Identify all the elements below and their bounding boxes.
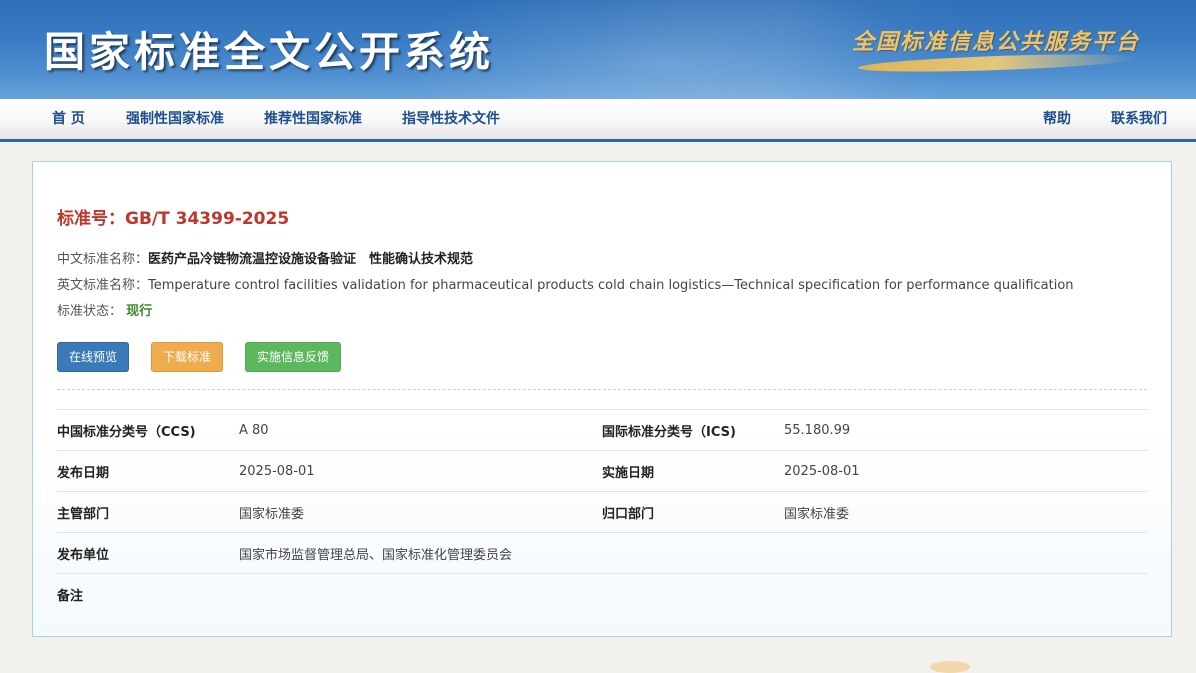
standard-detail-card: 标准号：GB/T 34399-2025 中文标准名称：医药产品冷链物流温控设施设… <box>32 161 1172 637</box>
nav-contact-us[interactable]: 联系我们 <box>1111 99 1167 139</box>
status-badge: 现行 <box>126 304 153 319</box>
ccs-value: A 80 <box>239 422 269 438</box>
publisher-label: 发布单位 <box>57 547 110 563</box>
nav-guidance-documents[interactable]: 指导性技术文件 <box>402 99 500 139</box>
table-row: 主管部门 国家标准委 归口部门 国家标准委 <box>57 491 1147 533</box>
ccs-label: 中国标准分类号（CCS) <box>57 424 196 440</box>
en-name-row: 英文标准名称：Temperature control facilities va… <box>57 274 1074 293</box>
remark-value <box>239 574 1147 615</box>
nav-recommended-standards[interactable]: 推荐性国家标准 <box>264 99 362 139</box>
impl-date-label: 实施日期 <box>602 465 655 481</box>
publisher-value: 国家市场监督管理总局、国家标准化管理委员会 <box>239 547 513 563</box>
dept-label: 主管部门 <box>57 506 110 522</box>
standard-number: 标准号：GB/T 34399-2025 <box>57 209 290 229</box>
impl-date-value: 2025-08-01 <box>784 463 860 479</box>
implementation-feedback-button[interactable]: 实施信息反馈 <box>245 342 342 372</box>
cn-name-value: 医药产品冷链物流温控设施设备验证 性能确认技术规范 <box>148 252 474 267</box>
belong-dept-label: 归口部门 <box>602 506 655 522</box>
download-standard-button[interactable]: 下载标准 <box>151 342 224 372</box>
site-title: 国家标准全文公开系统 <box>44 28 494 76</box>
table-row: 发布单位 国家市场监督管理总局、国家标准化管理委员会 <box>57 532 1147 574</box>
en-name-label: 英文标准名称： <box>57 278 149 293</box>
table-row: 备注 <box>57 573 1147 615</box>
platform-slogan-logo: 全国标准信息公共服务平台 <box>852 29 1141 55</box>
belong-dept-value: 国家标准委 <box>784 506 850 522</box>
bottom-decoration <box>930 661 970 673</box>
standard-info-table: 中国标准分类号（CCS) A 80 国际标准分类号（ICS) 55.180.99… <box>57 409 1147 615</box>
nav-home[interactable]: 首 页 <box>52 99 85 139</box>
online-preview-button[interactable]: 在线预览 <box>57 342 130 372</box>
section-divider <box>57 389 1147 390</box>
publish-date-value: 2025-08-01 <box>239 463 315 479</box>
main-nav: 首 页 强制性国家标准 推荐性国家标准 指导性技术文件 帮助 联系我们 <box>0 99 1196 142</box>
dept-value: 国家标准委 <box>239 506 305 522</box>
ics-value: 55.180.99 <box>784 422 851 438</box>
en-name-value: Temperature control facilities validatio… <box>148 278 1074 293</box>
publish-date-label: 发布日期 <box>57 465 110 481</box>
status-row: 标准状态： 现行 <box>57 300 152 319</box>
nav-help[interactable]: 帮助 <box>1043 99 1071 139</box>
cn-name-label: 中文标准名称： <box>57 252 149 267</box>
status-label: 标准状态： <box>57 304 123 319</box>
header-banner: 国家标准全文公开系统 全国标准信息公共服务平台 <box>0 0 1196 99</box>
remark-label: 备注 <box>57 588 84 604</box>
ics-label: 国际标准分类号（ICS) <box>602 424 736 440</box>
nav-mandatory-standards[interactable]: 强制性国家标准 <box>126 99 224 139</box>
cn-name-row: 中文标准名称：医药产品冷链物流温控设施设备验证 性能确认技术规范 <box>57 248 473 267</box>
table-row: 中国标准分类号（CCS) A 80 国际标准分类号（ICS) 55.180.99 <box>57 409 1147 451</box>
table-row: 发布日期 2025-08-01 实施日期 2025-08-01 <box>57 450 1147 492</box>
